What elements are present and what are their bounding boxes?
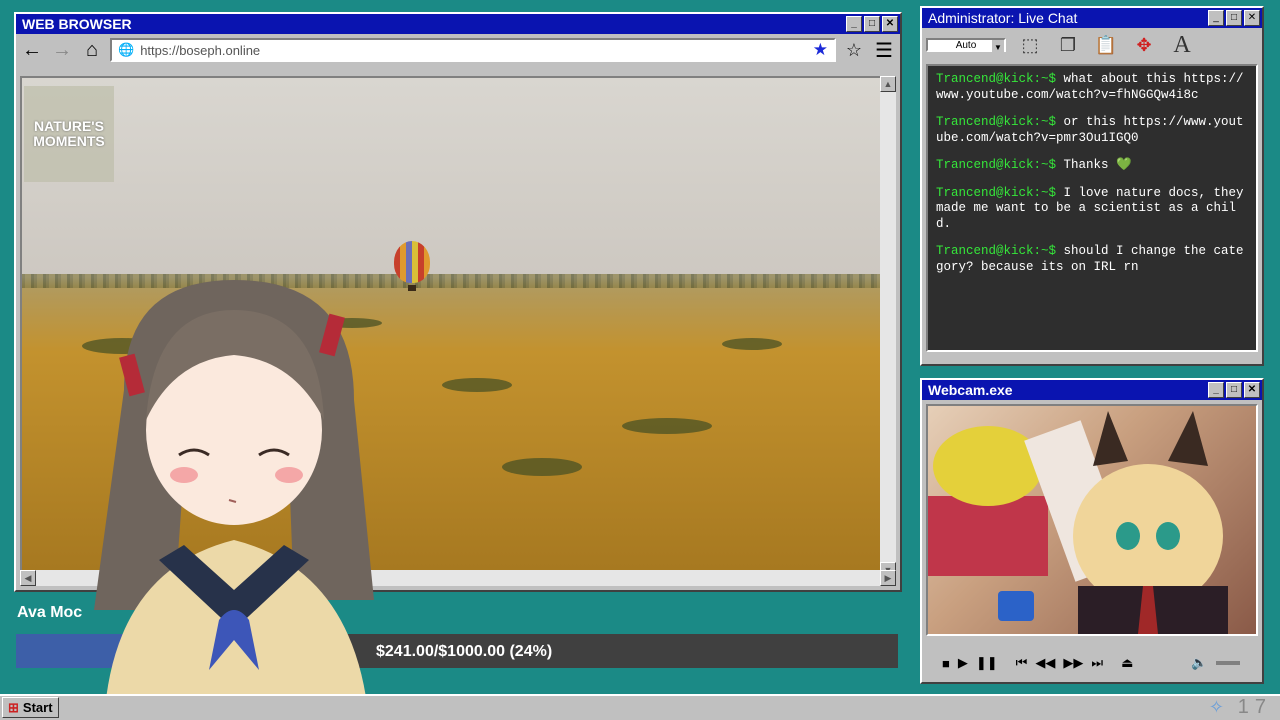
chat-titlebar[interactable]: Administrator: Live Chat _ □ ✕ — [922, 8, 1262, 28]
back-arrow-icon[interactable]: ← — [20, 38, 44, 62]
vtuber-avatar — [94, 280, 374, 720]
fast-forward-icon[interactable]: ▶▶ — [1063, 655, 1083, 671]
url-text: https://boseph.online — [140, 42, 261, 58]
volume-icon[interactable]: 🔈 — [1191, 655, 1207, 671]
webcam-window: Webcam.exe _ □ ✕ ■ ▶ ❚❚ ⏮ ◀◀ ▶▶ ⏭ ⏏ � — [920, 378, 1264, 684]
address-bar[interactable]: 🌐 https://boseph.online ★ — [110, 38, 836, 62]
balloon-basket — [408, 285, 416, 291]
webcam-title: Webcam.exe — [928, 382, 1013, 398]
chat-message: Trancend@kick:~$ should I change the cat… — [936, 244, 1248, 275]
hamburger-menu-icon[interactable]: ☰ — [872, 38, 896, 62]
donation-label: Ava Moc — [17, 604, 83, 621]
select-value: Auto — [955, 39, 977, 51]
font-icon[interactable]: A — [1168, 31, 1196, 59]
close-button[interactable]: ✕ — [1244, 10, 1260, 26]
chat-toolbar: Auto ▼ ⬚ ❐ 📋 ✥ A — [922, 28, 1262, 62]
chat-username: Trancend@kick:~$ — [936, 244, 1057, 258]
scroll-right-button[interactable]: ▶ — [880, 570, 896, 586]
scroll-left-button[interactable]: ◀ — [20, 570, 36, 586]
skip-forward-icon[interactable]: ⏭ — [1091, 655, 1103, 671]
chat-message: Trancend@kick:~$ Thanks 💚 — [936, 158, 1248, 174]
bush — [622, 418, 712, 434]
auto-select[interactable]: Auto ▼ — [926, 38, 1006, 54]
chat-message: Trancend@kick:~$ I love nature docs, the… — [936, 186, 1248, 233]
chat-message: Trancend@kick:~$ or this https://www.you… — [936, 115, 1248, 146]
star-filled-icon[interactable]: ★ — [813, 40, 828, 60]
webcam-feed — [926, 404, 1258, 636]
chat-username: Trancend@kick:~$ — [936, 115, 1057, 129]
browser-title: WEB BROWSER — [22, 16, 132, 32]
maximize-button[interactable]: □ — [864, 16, 880, 32]
minimize-button[interactable]: _ — [1208, 10, 1224, 26]
media-controls: ■ ▶ ❚❚ ⏮ ◀◀ ▶▶ ⏭ ⏏ 🔈 — [926, 648, 1274, 678]
chat-username: Trancend@kick:~$ — [936, 158, 1057, 172]
stop-icon[interactable]: ■ — [942, 656, 950, 671]
star-outline-icon[interactable]: ☆ — [842, 38, 866, 62]
paste-icon[interactable]: 📋 — [1092, 31, 1120, 59]
chat-username: Trancend@kick:~$ — [936, 185, 1057, 200]
maximize-button[interactable]: □ — [1226, 10, 1242, 26]
eject-icon[interactable]: ⏏ — [1121, 655, 1133, 671]
volume-slider[interactable] — [1215, 661, 1240, 665]
start-label: Start — [22, 700, 53, 715]
close-button[interactable]: ✕ — [882, 16, 898, 32]
browser-toolbar: ← → ⌂ 🌐 https://boseph.online ★ ☆ ☰ — [16, 34, 900, 66]
channel-logo: NATURE'S MOMENTS — [24, 86, 114, 182]
progress-text: $241.00/$1000.00 (24%) — [376, 643, 553, 660]
play-icon[interactable]: ▶ — [958, 655, 968, 671]
chat-title: Administrator: Live Chat — [928, 10, 1078, 26]
minimize-button[interactable]: _ — [1208, 382, 1224, 398]
vertical-scrollbar[interactable]: ▲ ▼ — [880, 76, 896, 578]
network-icon[interactable]: ✧ — [1209, 697, 1224, 718]
windows-logo-icon: ⊞ — [8, 699, 19, 715]
minimize-button[interactable]: _ — [846, 16, 862, 32]
globe-icon: 🌐 — [118, 42, 135, 57]
bush — [442, 378, 512, 392]
close-button[interactable]: ✕ — [1244, 382, 1260, 398]
start-button[interactable]: ⊞ Start — [2, 697, 59, 718]
maximize-button[interactable]: □ — [1226, 382, 1242, 398]
bush — [502, 458, 582, 476]
rewind-icon[interactable]: ◀◀ — [1035, 655, 1055, 671]
chat-message: Trancend@kick:~$ what about this https:/… — [936, 72, 1248, 103]
webcam-titlebar[interactable]: Webcam.exe _ □ ✕ — [922, 380, 1262, 400]
bush — [722, 338, 782, 350]
chevron-down-icon[interactable]: ▼ — [992, 40, 1004, 54]
chat-window: Administrator: Live Chat _ □ ✕ Auto ▼ ⬚ … — [920, 6, 1264, 366]
chat-log[interactable]: Trancend@kick:~$ what about this https:/… — [926, 64, 1258, 352]
move-icon[interactable]: ✥ — [1130, 31, 1158, 59]
clock: 17 — [1237, 696, 1272, 718]
hot-air-balloon — [394, 241, 430, 283]
browser-titlebar[interactable]: WEB BROWSER _ □ ✕ — [16, 14, 900, 34]
select-region-icon[interactable]: ⬚ — [1016, 31, 1044, 59]
skip-back-icon[interactable]: ⏮ — [1016, 655, 1028, 671]
taskbar: ⊞ Start ✧ 17 — [0, 694, 1280, 720]
pause-icon[interactable]: ❚❚ — [976, 655, 998, 671]
chat-text: Thanks 💚 — [1056, 158, 1132, 172]
chat-username: Trancend@kick:~$ — [936, 72, 1057, 86]
webcam-illustration — [928, 411, 1228, 634]
copy-icon[interactable]: ❐ — [1054, 31, 1082, 59]
forward-arrow-icon[interactable]: → — [50, 38, 74, 62]
scroll-up-button[interactable]: ▲ — [880, 76, 896, 92]
home-icon[interactable]: ⌂ — [80, 38, 104, 62]
